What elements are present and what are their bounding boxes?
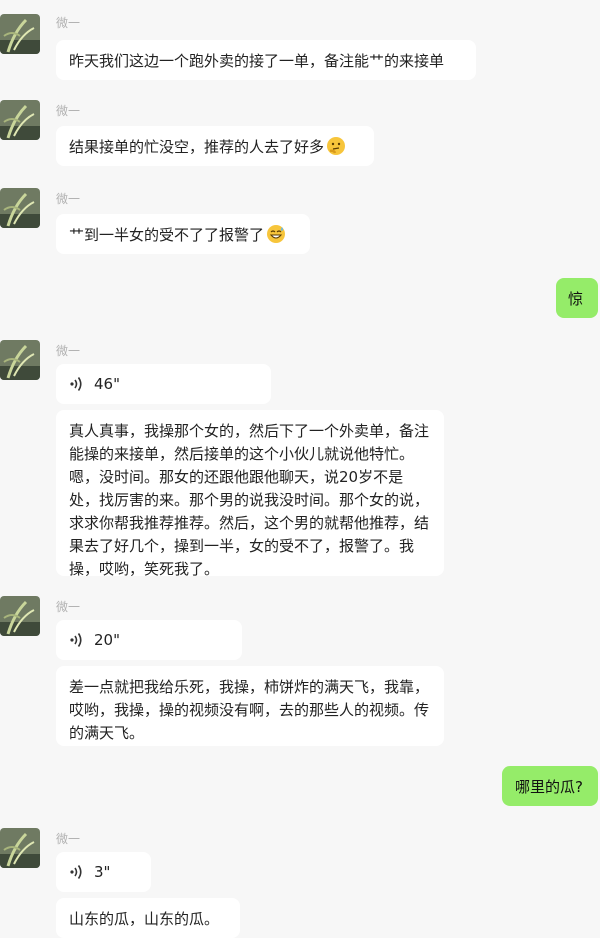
avatar-image <box>0 828 40 868</box>
message-bubble-outgoing[interactable]: 哪里的瓜? <box>502 766 598 806</box>
message-text: 哪里的瓜? <box>515 778 583 796</box>
voice-message[interactable]: 20" <box>56 620 242 660</box>
avatar[interactable] <box>0 14 40 54</box>
sender-name: 微一 <box>56 344 81 358</box>
thinking-face-icon <box>327 137 346 155</box>
message-bubble[interactable]: 艹到一半女的受不了了报警了 <box>56 214 310 254</box>
voice-wave-icon <box>70 632 84 648</box>
message-text: 艹到一半女的受不了了报警了 <box>69 226 265 244</box>
message-text: 昨天我们这边一个跑外卖的接了一单，备注能艹的来接单 <box>69 52 445 70</box>
message-bubble[interactable]: 昨天我们这边一个跑外卖的接了一单，备注能艹的来接单 <box>56 40 476 80</box>
message-text: 差一点就把我给乐死，我操，柿饼炸的满天飞，我靠，哎哟，我操，操的视频没有啊，去的… <box>69 678 430 742</box>
sender-name: 微一 <box>56 192 81 206</box>
voice-wave-icon <box>70 864 84 880</box>
message-text: 山东的瓜，山东的瓜。 <box>69 910 220 928</box>
avatar-image <box>0 340 40 380</box>
voice-wave-icon <box>70 376 84 392</box>
avatar[interactable] <box>0 340 40 380</box>
voice-message[interactable]: 46" <box>56 364 271 404</box>
message-bubble-outgoing[interactable]: 惊 <box>556 278 598 318</box>
message-text: 真人真事，我操那个女的，然后下了一个外卖单，备注能操的来接单，然后接单的这个小伙… <box>69 422 430 578</box>
avatar[interactable] <box>0 828 40 868</box>
message-bubble[interactable]: 差一点就把我给乐死，我操，柿饼炸的满天飞，我靠，哎哟，我操，操的视频没有啊，去的… <box>56 666 444 746</box>
message-bubble[interactable]: 真人真事，我操那个女的，然后下了一个外卖单，备注能操的来接单，然后接单的这个小伙… <box>56 410 444 578</box>
message-bubble[interactable]: 结果接单的忙没空，推荐的人去了好多 <box>56 126 374 166</box>
voice-duration: 46" <box>94 375 120 393</box>
avatar-image <box>0 100 40 140</box>
message-bubble[interactable]: 山东的瓜，山东的瓜。 <box>56 898 240 938</box>
avatar[interactable] <box>0 100 40 140</box>
voice-message[interactable]: 3" <box>56 852 151 892</box>
message-text: 惊 <box>568 290 584 308</box>
avatar[interactable] <box>0 188 40 228</box>
sender-name: 微一 <box>56 600 81 614</box>
message-text: 结果接单的忙没空，推荐的人去了好多 <box>69 138 325 156</box>
sender-name: 微一 <box>56 104 81 118</box>
avatar-image <box>0 188 40 228</box>
chat-area[interactable]: 微一 昨天我们这边一个跑外卖的接了一单，备注能艹的来接单 微一 结果接单的忙没空… <box>0 0 600 938</box>
avatar-image <box>0 596 40 636</box>
grinning-sweat-face-icon <box>267 225 286 243</box>
sender-name: 微一 <box>56 16 81 30</box>
avatar-image <box>0 14 40 54</box>
voice-duration: 3" <box>94 863 111 881</box>
sender-name: 微一 <box>56 832 81 846</box>
avatar[interactable] <box>0 596 40 636</box>
voice-duration: 20" <box>94 631 120 649</box>
